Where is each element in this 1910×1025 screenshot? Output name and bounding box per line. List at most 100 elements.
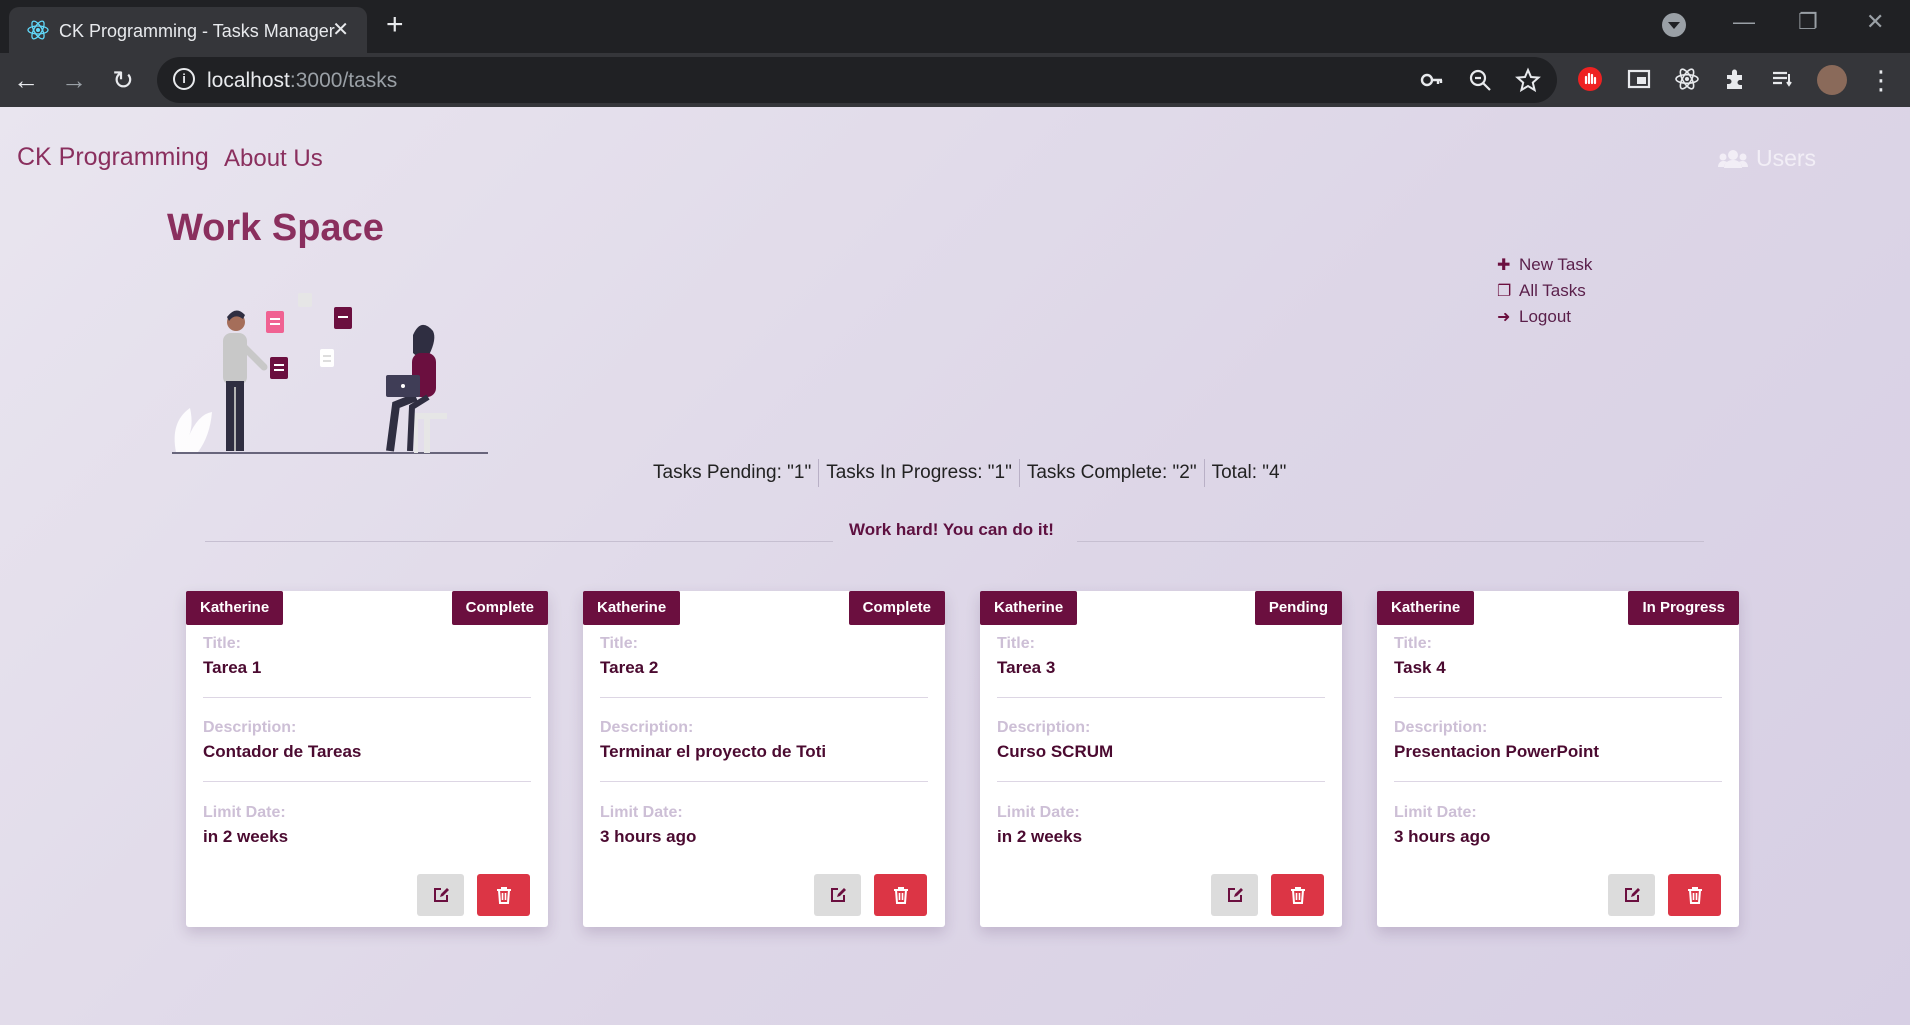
delete-button[interactable]: [1668, 874, 1721, 916]
workspace-illustration: [172, 293, 488, 454]
divider-right: [1077, 541, 1704, 542]
more-menu-icon[interactable]: ⋮: [1866, 65, 1896, 95]
status-badge: Pending: [1254, 591, 1342, 625]
stat-complete: Tasks Complete: "2": [1018, 459, 1204, 487]
nav-users-label: Users: [1756, 145, 1817, 171]
all-tasks-link[interactable]: ❐ All Tasks: [1497, 281, 1592, 307]
nav-about-us[interactable]: About Us: [224, 145, 323, 173]
plus-icon: ✚: [1497, 257, 1511, 274]
page: CK Programming About Us Users Work Space: [0, 107, 1910, 1025]
browser-toolbar: ← → ↻ i localhost:3000/tasks ⋮: [0, 53, 1910, 107]
limit-date-label: Limit Date:: [600, 804, 683, 821]
url-text[interactable]: localhost:3000/tasks: [207, 69, 397, 93]
square-icon: ❐: [1497, 283, 1512, 300]
zoom-icon[interactable]: [1467, 67, 1493, 93]
bookmark-star-icon[interactable]: [1515, 67, 1541, 93]
card-divider: [600, 781, 928, 782]
edit-button[interactable]: [1211, 874, 1258, 916]
delete-button[interactable]: [477, 874, 530, 916]
new-tab-icon[interactable]: +: [386, 10, 404, 40]
task-limit-date: 3 hours ago: [600, 827, 697, 846]
task-title: Tarea 1: [203, 658, 262, 677]
owner-badge: Katherine: [186, 591, 284, 625]
card-divider: [1394, 697, 1722, 698]
status-badge: Complete: [848, 591, 945, 625]
react-icon: [27, 20, 49, 40]
limit-date-label: Limit Date:: [997, 804, 1080, 821]
card-divider: [203, 781, 531, 782]
status-badge: Complete: [451, 591, 548, 625]
stat-pending: Tasks Pending: "1": [653, 462, 812, 483]
navbar-brand[interactable]: CK Programming: [17, 143, 209, 172]
minimize-icon[interactable]: —: [1733, 10, 1755, 34]
description-label: Description:: [1394, 719, 1488, 736]
trash-icon: [496, 887, 511, 904]
tab-close-icon[interactable]: ✕: [332, 18, 349, 42]
title-label: Title:: [600, 635, 638, 652]
browser-tab[interactable]: CK Programming - Tasks Manager ✕: [9, 7, 367, 53]
task-description: Contador de Tareas: [203, 742, 362, 761]
task-title: Tarea 2: [600, 658, 659, 677]
title-label: Title:: [997, 635, 1035, 652]
edit-icon: [1227, 888, 1243, 902]
site-info-icon[interactable]: i: [173, 68, 195, 90]
key-icon[interactable]: [1419, 67, 1445, 93]
users-icon: [1718, 150, 1748, 168]
task-limit-date: in 2 weeks: [997, 827, 1083, 846]
edit-button[interactable]: [417, 874, 464, 916]
side-menu: ✚ New Task ❐ All Tasks ➜ Logout: [1497, 255, 1592, 333]
title-label: Title:: [1394, 635, 1432, 652]
stat-total: Total: "4": [1203, 459, 1294, 487]
address-bar[interactable]: i localhost:3000/tasks: [157, 57, 1557, 103]
reload-icon[interactable]: ↻: [108, 65, 138, 95]
profile-dropdown-icon[interactable]: [1662, 13, 1686, 37]
owner-badge: Katherine: [1377, 591, 1475, 625]
card-divider: [1394, 781, 1722, 782]
nav-users[interactable]: Users: [1718, 145, 1816, 172]
page-title: Work Space: [167, 207, 384, 249]
task-limit-date: in 2 weeks: [203, 827, 289, 846]
delete-button[interactable]: [874, 874, 927, 916]
card-divider: [997, 781, 1325, 782]
profile-avatar[interactable]: [1817, 65, 1847, 95]
task-card: Katherine Complete Title: Tarea 2 Descri…: [583, 591, 945, 927]
limit-date-label: Limit Date:: [1394, 804, 1477, 821]
title-label: Title:: [203, 635, 241, 652]
edit-icon: [830, 888, 846, 902]
logout-icon: ➜: [1497, 309, 1511, 326]
task-limit-date: 3 hours ago: [1394, 827, 1491, 846]
close-window-icon[interactable]: ✕: [1866, 10, 1884, 34]
react-devtools-icon[interactable]: [1674, 66, 1700, 92]
forward-icon[interactable]: →: [59, 65, 89, 95]
logout-link[interactable]: ➜ Logout: [1497, 307, 1592, 333]
task-description: Curso SCRUM: [997, 742, 1114, 761]
picture-in-picture-icon[interactable]: [1626, 66, 1652, 92]
delete-button[interactable]: [1271, 874, 1324, 916]
description-label: Description:: [203, 719, 297, 736]
card-divider: [600, 697, 928, 698]
new-task-link[interactable]: ✚ New Task: [1497, 255, 1592, 281]
trash-icon: [893, 887, 908, 904]
extensions-puzzle-icon[interactable]: [1722, 66, 1748, 92]
tab-title: CK Programming - Tasks Manager: [59, 21, 335, 41]
task-card: Katherine Pending Title: Tarea 3 Descrip…: [980, 591, 1342, 927]
adblock-icon[interactable]: [1577, 66, 1603, 92]
back-icon[interactable]: ←: [11, 65, 41, 95]
reading-list-icon[interactable]: [1770, 66, 1796, 92]
edit-button[interactable]: [1608, 874, 1655, 916]
owner-badge: Katherine: [583, 591, 681, 625]
motto: Work hard! You can do it!: [849, 520, 1054, 539]
status-badge: In Progress: [1628, 591, 1739, 625]
task-title: Task 4: [1394, 658, 1446, 677]
task-stats: Tasks Pending: "1" Tasks In Progress: "1…: [646, 459, 1293, 487]
restore-icon[interactable]: ❐: [1798, 10, 1818, 34]
task-title: Tarea 3: [997, 658, 1056, 677]
divider-left: [205, 541, 833, 542]
edit-button[interactable]: [814, 874, 861, 916]
limit-date-label: Limit Date:: [203, 804, 286, 821]
trash-icon: [1290, 887, 1305, 904]
task-card: Katherine Complete Title: Tarea 1 Descri…: [186, 591, 548, 927]
trash-icon: [1687, 887, 1702, 904]
description-label: Description:: [600, 719, 694, 736]
edit-icon: [1624, 888, 1640, 902]
